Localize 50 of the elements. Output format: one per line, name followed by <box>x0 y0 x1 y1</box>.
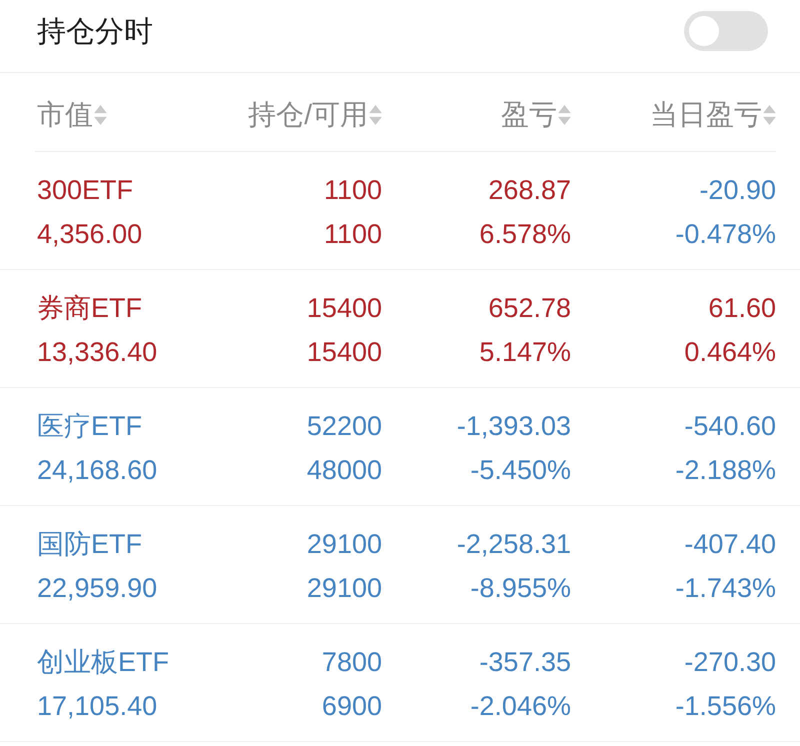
market-value: 17,105.40 <box>37 690 158 723</box>
market-value: 13,336.40 <box>37 336 158 369</box>
stock-name: 券商ETF <box>37 292 142 325</box>
day-profit-amount: 61.60 <box>708 292 776 325</box>
profit-percent: 5.147% <box>479 336 571 369</box>
sort-icon <box>558 105 571 125</box>
page-title: 持仓分时 <box>37 15 153 50</box>
column-header[interactable]: 盈亏 <box>382 93 571 137</box>
available-quantity: 6900 <box>322 690 382 723</box>
day-profit-percent: -1.556% <box>675 690 776 723</box>
position-quantity: 52200 <box>306 410 382 443</box>
sort-icon <box>94 105 107 125</box>
profit-percent: -8.955% <box>470 572 571 605</box>
day-profit-amount: -407.40 <box>684 528 776 561</box>
profit-amount: -1,393.03 <box>456 410 571 443</box>
stock-name: 创业板ETF <box>37 646 169 679</box>
position-quantity: 7800 <box>322 646 382 679</box>
toggle-switch[interactable] <box>684 11 768 51</box>
profit-amount: -2,258.31 <box>456 528 571 561</box>
day-profit-amount: -20.90 <box>699 174 776 207</box>
day-profit-percent: 0.464% <box>684 336 776 369</box>
market-value: 24,168.60 <box>37 454 158 487</box>
profit-amount: 268.87 <box>488 174 571 207</box>
market-value: 22,959.90 <box>37 572 158 605</box>
sort-icon <box>369 105 382 125</box>
day-profit-amount: -540.60 <box>684 410 776 443</box>
day-profit-percent: -0.478% <box>675 218 776 251</box>
position-quantity: 1100 <box>324 174 382 207</box>
day-profit-percent: -1.743% <box>675 572 776 605</box>
stock-name: 300ETF <box>37 174 134 207</box>
day-profit-amount: -270.30 <box>684 646 776 679</box>
position-quantity: 29100 <box>306 528 382 561</box>
profit-percent: -2.046% <box>470 690 571 723</box>
market-value: 4,356.00 <box>37 218 142 251</box>
profit-percent: 6.578% <box>479 218 571 251</box>
sort-icon <box>763 105 776 125</box>
available-quantity: 29100 <box>306 572 382 605</box>
column-header[interactable]: 市值 <box>37 93 217 137</box>
column-header[interactable]: 当日盈亏 <box>571 93 776 137</box>
stock-name: 国防ETF <box>37 528 142 561</box>
profit-amount: -357.35 <box>479 646 571 679</box>
available-quantity: 1100 <box>324 218 382 251</box>
stock-name: 医疗ETF <box>37 410 142 443</box>
day-profit-percent: -2.188% <box>675 454 776 487</box>
available-quantity: 48000 <box>306 454 382 487</box>
available-quantity: 15400 <box>306 336 382 369</box>
position-quantity: 15400 <box>306 292 382 325</box>
profit-amount: 652.78 <box>488 292 571 325</box>
profit-percent: -5.450% <box>470 454 571 487</box>
column-header[interactable]: 持仓/可用 <box>217 93 382 137</box>
